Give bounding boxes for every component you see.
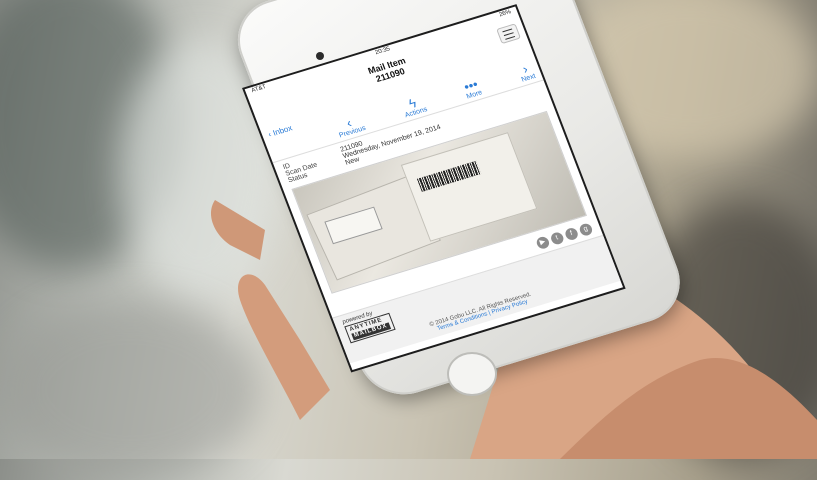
back-button[interactable]: ‹ Inbox xyxy=(267,123,294,139)
google-plus-icon[interactable]: g xyxy=(578,222,594,237)
next-button[interactable]: › Next xyxy=(516,61,537,83)
back-label: Inbox xyxy=(271,123,294,138)
home-button[interactable] xyxy=(447,352,497,396)
actions-button[interactable]: ϟ Actions xyxy=(399,94,428,119)
twitter-icon[interactable]: t xyxy=(549,231,566,246)
youtube-icon[interactable]: ▶ xyxy=(535,235,551,251)
facebook-icon[interactable]: f xyxy=(563,226,580,242)
more-button[interactable]: ••• More xyxy=(461,76,484,100)
front-camera xyxy=(316,52,324,60)
